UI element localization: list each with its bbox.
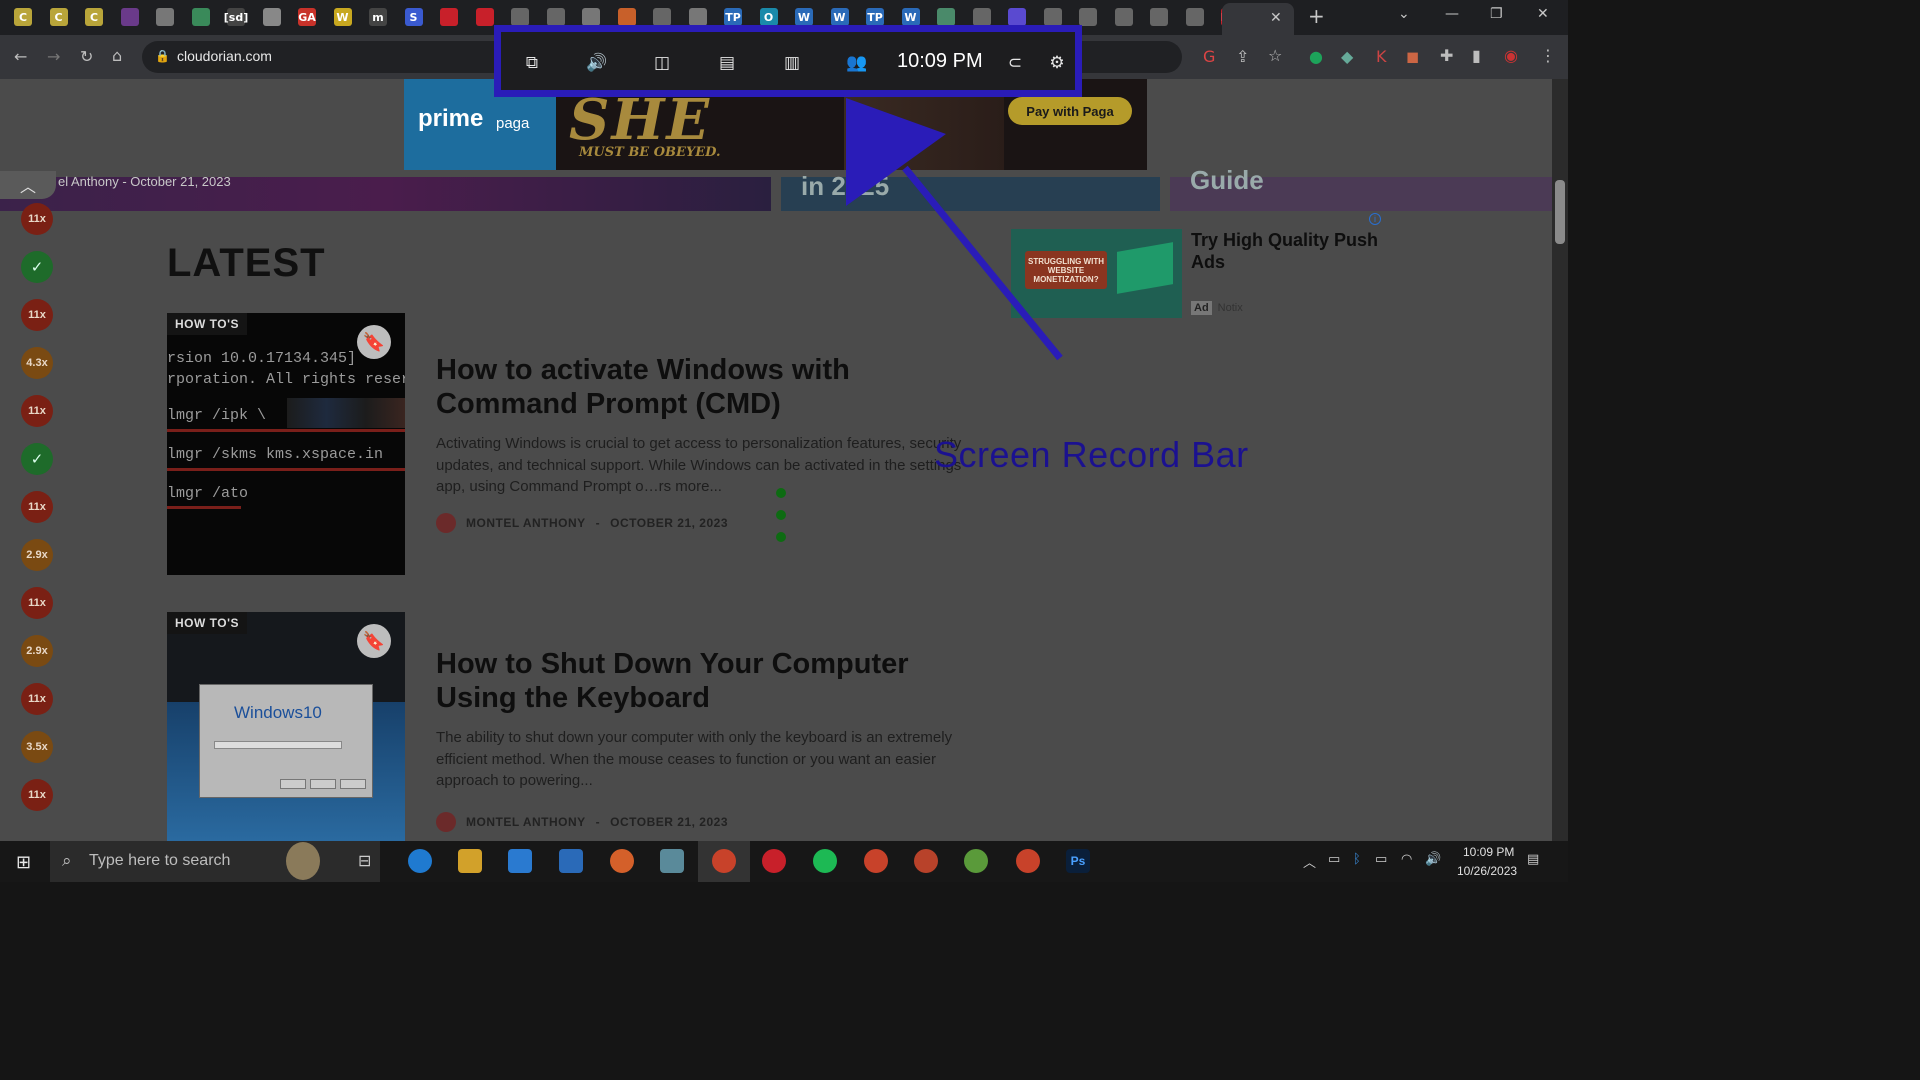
wifi-icon[interactable]: ◠	[1401, 852, 1412, 867]
file-explorer-icon[interactable]	[458, 849, 482, 873]
tray-chevron-icon[interactable]: ︿	[1303, 852, 1316, 871]
photoshop-icon[interactable]: Ps	[1066, 849, 1090, 873]
audio-icon[interactable]: 🔊	[586, 52, 608, 74]
mouse-icon[interactable]: ⊂	[1004, 52, 1026, 74]
volume-icon[interactable]: 🔊	[1425, 852, 1441, 867]
annotation-arrow	[846, 98, 1063, 361]
capture-icon[interactable]: ◫	[651, 52, 673, 74]
notifications-icon[interactable]: ▤	[1527, 852, 1539, 867]
search-icon[interactable]: ⌕	[62, 851, 72, 871]
mail-icon[interactable]	[559, 849, 583, 873]
performance-icon[interactable]: ▤	[716, 52, 738, 74]
opera-icon[interactable]	[762, 849, 786, 873]
task-view-icon[interactable]: ⊟	[358, 851, 371, 870]
notes-app-icon[interactable]	[660, 849, 684, 873]
bluetooth-icon[interactable]: ᛒ	[1353, 852, 1361, 867]
screen-record-bar: ⧉ 🔊 ◫ ▤ ▥ 👥 10:09 PM ⊂ ⚙	[494, 25, 1082, 97]
social-icon[interactable]: 👥	[846, 52, 868, 74]
taskbar-search-placeholder[interactable]: Type here to search	[89, 852, 230, 870]
tray-device-icon[interactable]: ▭	[1328, 852, 1340, 867]
capture-widget-icon[interactable]: ⧉	[521, 52, 543, 74]
chrome-profile-icon[interactable]	[1016, 849, 1040, 873]
spotify-icon[interactable]	[813, 849, 837, 873]
app-icon[interactable]	[964, 849, 988, 873]
taskbar-clock-time[interactable]: 10:09 PM	[1463, 845, 1514, 859]
settings-gear-icon[interactable]: ⚙	[1046, 52, 1068, 74]
windows-start-icon[interactable]: ⊞	[16, 852, 31, 873]
firefox-icon[interactable]	[610, 849, 634, 873]
resources-icon[interactable]: ▥	[781, 52, 803, 74]
record-bar-clock: 10:09 PM	[897, 50, 983, 72]
chrome-icon[interactable]	[712, 849, 736, 873]
battery-icon[interactable]: ▭	[1375, 852, 1387, 867]
taskbar-clock-date[interactable]: 10/26/2023	[1457, 864, 1517, 878]
annotation-arrow-head	[846, 98, 946, 206]
store-icon[interactable]	[508, 849, 532, 873]
search-highlight-image	[286, 842, 320, 880]
annotation-arrow-shaft	[902, 165, 1063, 361]
chrome-profile-icon[interactable]	[864, 849, 888, 873]
edge-icon[interactable]	[408, 849, 432, 873]
chrome-profile-icon[interactable]	[914, 849, 938, 873]
